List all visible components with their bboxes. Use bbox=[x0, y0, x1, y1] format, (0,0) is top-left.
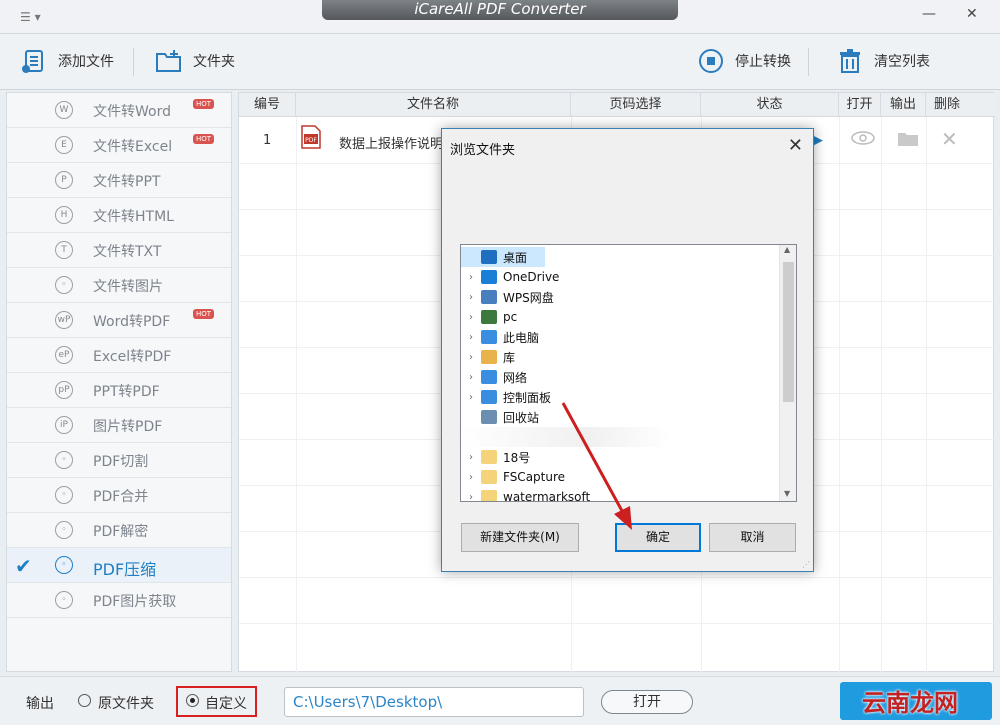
annotation-arrow bbox=[561, 402, 632, 530]
arrow-head bbox=[614, 506, 632, 530]
arrow-shaft bbox=[561, 402, 629, 521]
